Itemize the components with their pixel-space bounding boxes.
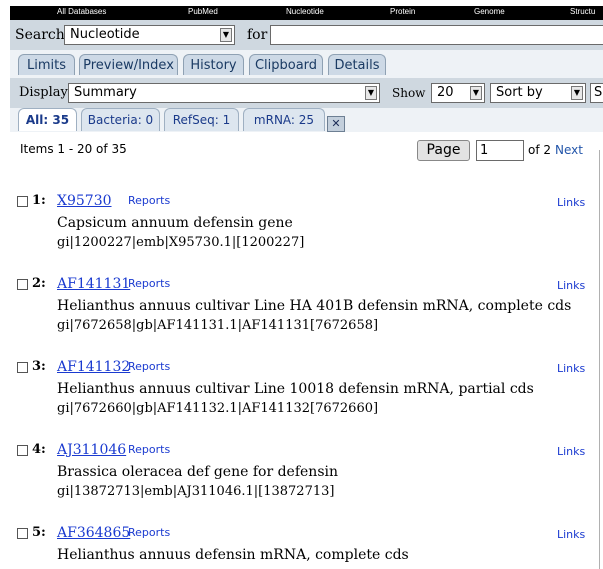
result-number: 4: <box>32 442 46 457</box>
chevron-down-icon: ▼ <box>365 86 377 100</box>
result-description: Helianthus annuus cultivar Line 10018 de… <box>57 381 534 397</box>
display-label: Display <box>19 85 68 100</box>
nav-pubmed[interactable]: PubMed <box>188 7 218 16</box>
result-number: 1: <box>32 193 46 208</box>
tab-clipboard[interactable]: Clipboard <box>249 54 323 75</box>
result-accession-link[interactable]: X95730 <box>57 193 112 209</box>
reports-link[interactable]: Reports <box>128 194 170 207</box>
show-count-value: 20 <box>437 85 454 100</box>
tab-limits[interactable]: Limits <box>18 54 75 75</box>
result-description: Capsicum annuum defensin gene <box>57 215 293 231</box>
result-checkbox[interactable] <box>17 528 28 539</box>
nav-structure[interactable]: Structu <box>570 7 595 16</box>
links-link[interactable]: Links <box>557 279 585 292</box>
next-page-link[interactable]: Next <box>555 143 583 157</box>
chevron-down-icon: ▼ <box>470 86 482 100</box>
result-item: 1: X95730 Reports Links Capsicum annuum … <box>0 193 603 273</box>
result-checkbox[interactable] <box>17 279 28 290</box>
search-label: Search <box>15 27 65 43</box>
result-item: 4: AJ311046 Reports Links Brassica olera… <box>0 442 603 522</box>
result-number: 5: <box>32 525 46 540</box>
result-item: 3: AF141132 Reports Links Helianthus ann… <box>0 359 603 439</box>
result-description: Brassica oleracea def gene for defensin <box>57 464 339 480</box>
sort-by-select[interactable]: Sort by ▼ <box>490 83 586 103</box>
display-format-select[interactable]: Summary ▼ <box>68 83 380 103</box>
result-number: 3: <box>32 359 46 374</box>
database-select-value: Nucleotide <box>70 27 140 42</box>
result-checkbox[interactable] <box>17 445 28 456</box>
search-input[interactable] <box>270 25 603 45</box>
chevron-down-icon: ▼ <box>220 28 232 42</box>
reports-link[interactable]: Reports <box>128 443 170 456</box>
wrench-icon[interactable]: ✕ <box>327 116 345 132</box>
chevron-down-icon: ▼ <box>571 86 583 100</box>
extra-select-value: S <box>594 85 603 100</box>
db-tab-mrna[interactable]: mRNA: 25 <box>243 108 325 131</box>
links-link[interactable]: Links <box>557 362 585 375</box>
links-link[interactable]: Links <box>557 196 585 209</box>
result-checkbox[interactable] <box>17 362 28 373</box>
result-accession-link[interactable]: AF141131 <box>57 276 130 292</box>
tab-history[interactable]: History <box>183 54 244 75</box>
items-count: Items 1 - 20 of 35 <box>20 142 127 156</box>
links-link[interactable]: Links <box>557 445 585 458</box>
reports-link[interactable]: Reports <box>128 360 170 373</box>
tab-preview-index[interactable]: Preview/Index <box>79 54 178 75</box>
extra-select[interactable]: S <box>590 83 603 103</box>
result-identifier: gi|13872713|emb|AJ311046.1|[13872713] <box>57 484 335 499</box>
result-accession-link[interactable]: AF364865 <box>57 525 130 541</box>
database-nav: All Databases PubMed Nucleotide Protein … <box>10 6 603 20</box>
reports-link[interactable]: Reports <box>128 277 170 290</box>
page-total: of 2 <box>528 143 552 157</box>
nav-protein[interactable]: Protein <box>390 7 415 16</box>
nav-genome[interactable]: Genome <box>474 7 505 16</box>
result-item: 2: AF141131 Reports Links Helianthus ann… <box>0 276 603 356</box>
result-identifier: gi|1200227|emb|X95730.1|[1200227] <box>57 235 305 250</box>
result-checkbox[interactable] <box>17 196 28 207</box>
result-description: Helianthus annuus defensin mRNA, complet… <box>57 547 409 563</box>
for-label: for <box>247 27 268 43</box>
result-identifier: gi|7672660|gb|AF141132.1|AF141132[767266… <box>57 401 379 416</box>
result-item: 5: AF364865 Reports Links Helianthus ann… <box>0 525 603 569</box>
nav-all-databases[interactable]: All Databases <box>57 7 106 16</box>
db-tab-all[interactable]: All: 35 <box>18 108 77 131</box>
display-format-value: Summary <box>74 85 137 100</box>
show-count-select[interactable]: 20 ▼ <box>431 83 485 103</box>
page-number-input[interactable]: 1 <box>476 140 524 161</box>
reports-link[interactable]: Reports <box>128 526 170 539</box>
links-link[interactable]: Links <box>557 528 585 541</box>
result-description: Helianthus annuus cultivar Line HA 401B … <box>57 298 572 314</box>
result-accession-link[interactable]: AJ311046 <box>57 442 126 458</box>
result-identifier: gi|7672658|gb|AF141131.1|AF141131[767265… <box>57 318 379 333</box>
show-label: Show <box>392 86 426 100</box>
nav-nucleotide[interactable]: Nucleotide <box>286 7 324 16</box>
db-tab-refseq[interactable]: RefSeq: 1 <box>164 108 239 131</box>
result-accession-link[interactable]: AF141132 <box>57 359 130 375</box>
sort-by-value: Sort by <box>496 85 543 100</box>
page-button[interactable]: Page <box>417 140 470 161</box>
result-number: 2: <box>32 276 46 291</box>
db-tab-bacteria[interactable]: Bacteria: 0 <box>81 108 160 131</box>
tab-details[interactable]: Details <box>328 54 386 75</box>
database-select[interactable]: Nucleotide ▼ <box>64 25 235 45</box>
